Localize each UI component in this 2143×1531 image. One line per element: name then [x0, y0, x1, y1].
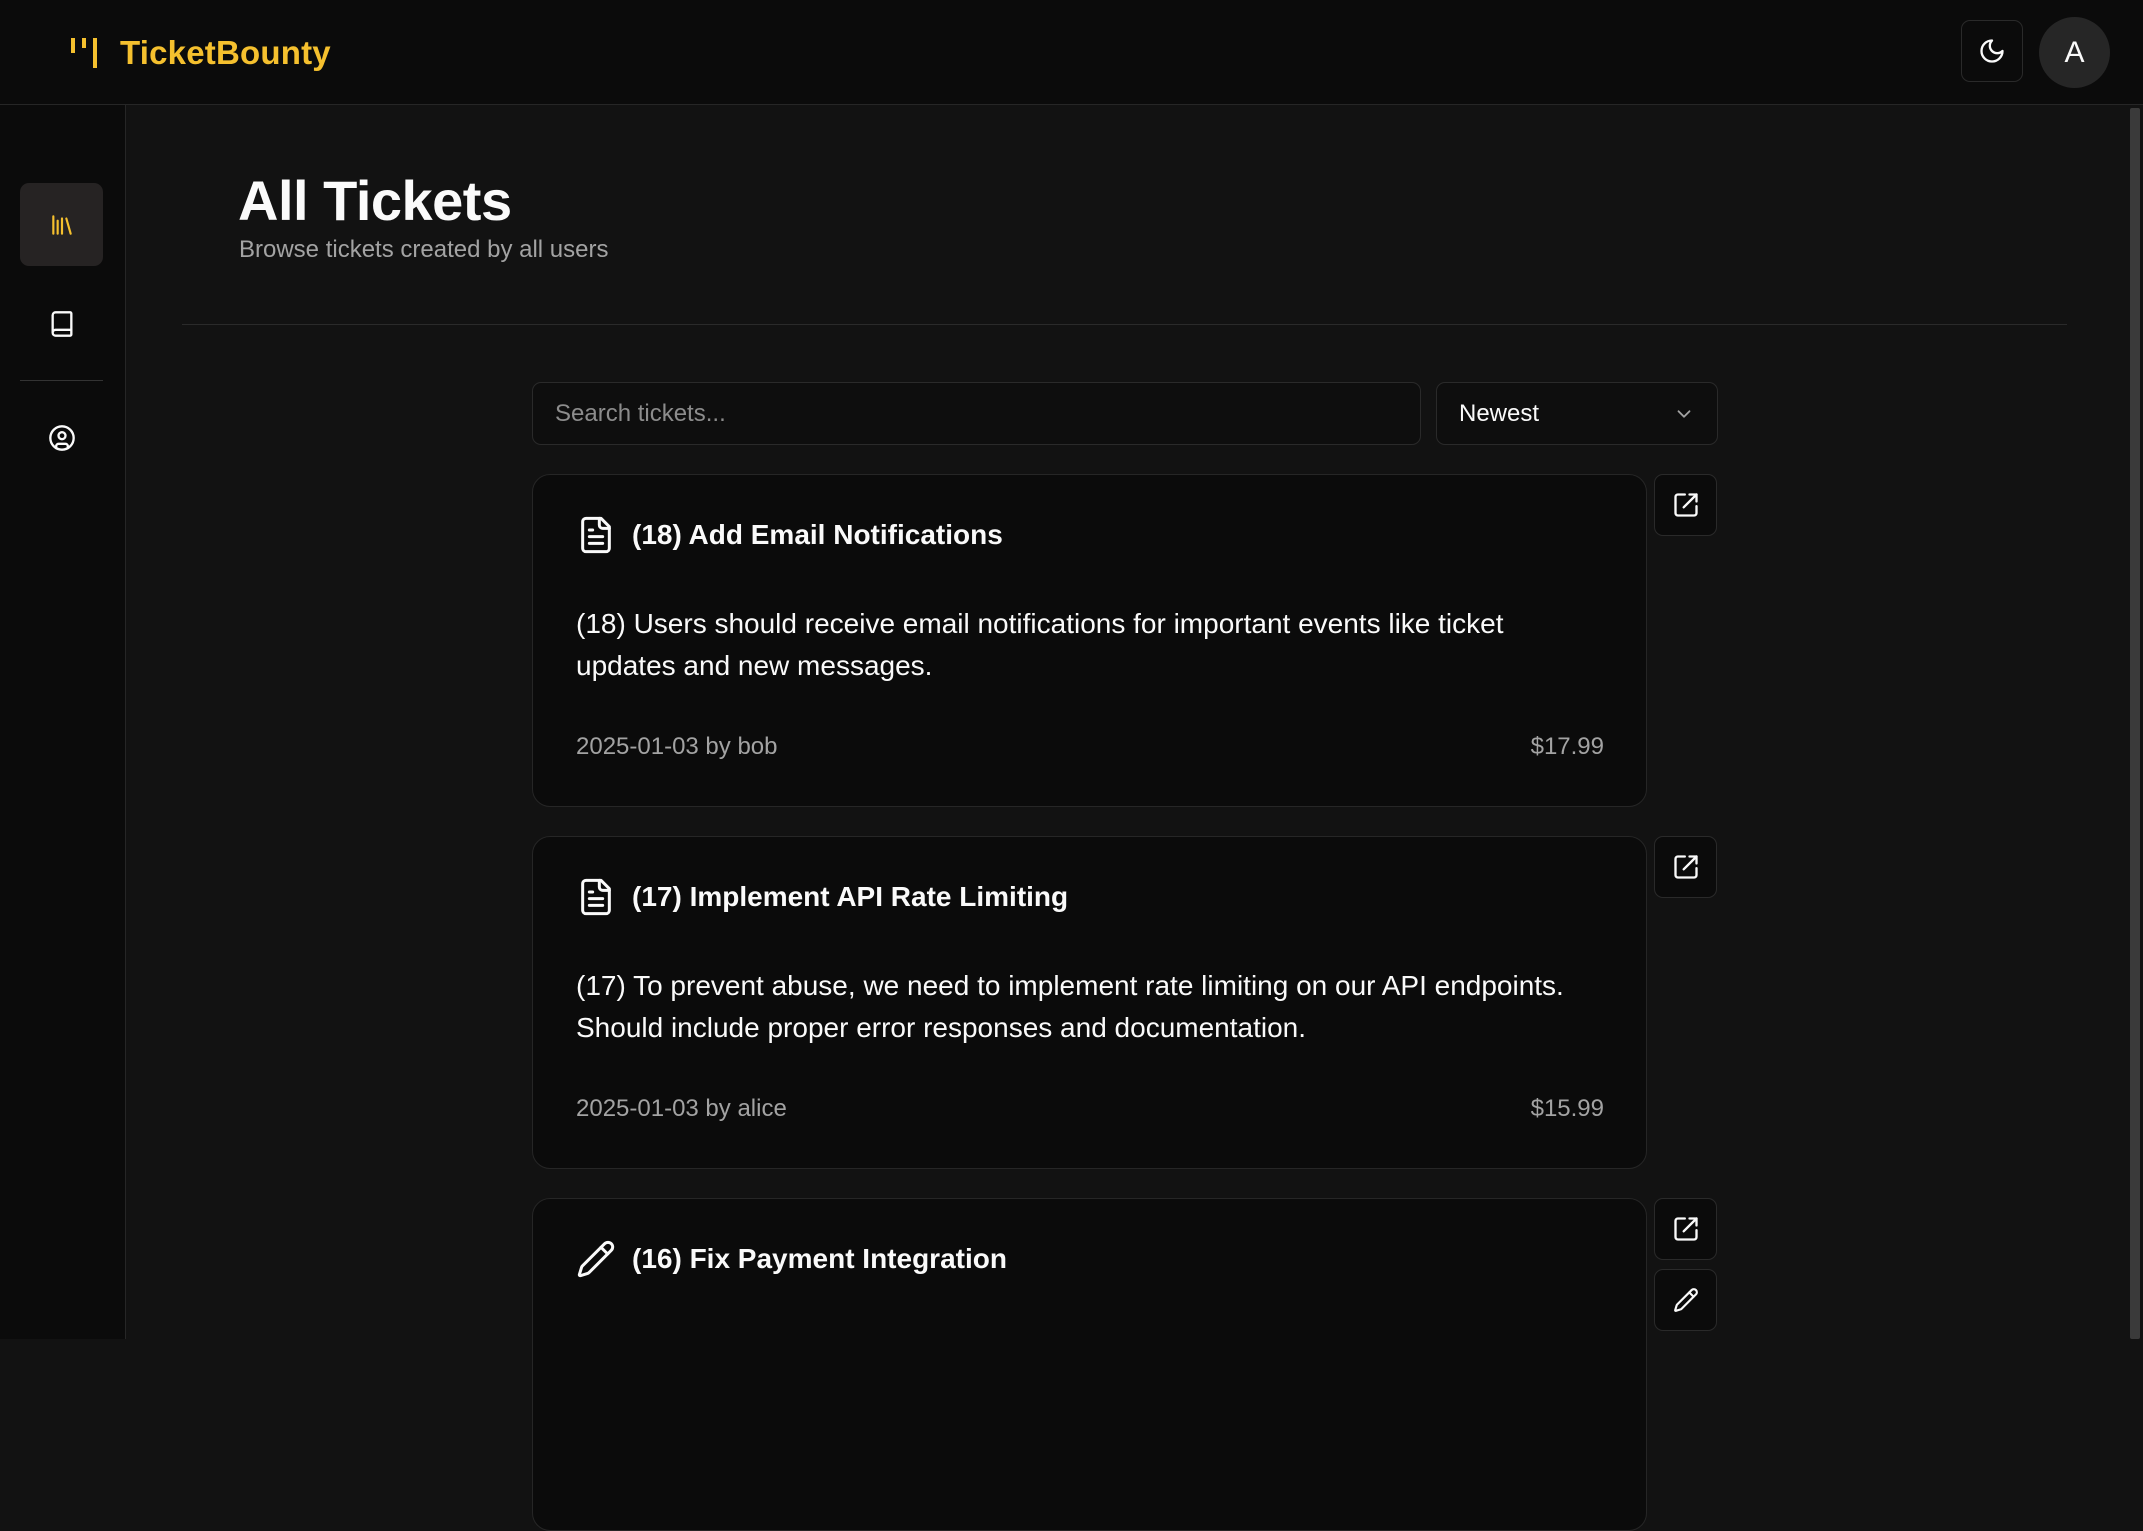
ticket-card: (17) Implement API Rate Limiting (17) To… [532, 836, 1647, 1169]
external-link-icon [1673, 855, 1698, 879]
brand-name: TicketBounty [120, 34, 331, 71]
sort-select[interactable]: Newest [1436, 382, 1718, 445]
moon-icon [1980, 39, 2004, 63]
user-avatar-button[interactable]: A [2039, 17, 2110, 88]
ticket-description: (17) To prevent abuse, we need to implem… [576, 970, 1564, 1043]
pencil-icon [1673, 1288, 1698, 1312]
open-ticket-button[interactable] [1654, 1198, 1717, 1260]
ticket-title: (17) Implement API Rate Limiting [632, 881, 1069, 912]
brand-link[interactable]: TicketBounty [68, 34, 331, 72]
sidebar-item-all-tickets[interactable] [20, 183, 103, 266]
library-icon [51, 214, 72, 235]
sidebar [0, 105, 126, 1339]
sort-selected-value: Newest [1459, 399, 1540, 427]
edit-ticket-button[interactable] [1654, 1269, 1717, 1331]
search-input[interactable] [532, 382, 1421, 445]
ticket-meta: 2025-01-03 by alice [576, 1095, 787, 1122]
page-subtitle: Browse tickets created by all users [239, 236, 609, 263]
file-text-icon [581, 878, 611, 916]
ticket-bounty: $17.99 [1530, 733, 1604, 760]
ticket-card: (16) Fix Payment Integration [532, 1198, 1647, 1531]
page-title: All Tickets [238, 169, 512, 232]
top-bar: TicketBounty A [0, 0, 2143, 105]
ticket-title: (18) Add Email Notifications [632, 519, 1003, 550]
external-link-icon [1673, 1217, 1698, 1241]
chevron-down-icon [1677, 409, 1691, 418]
sidebar-item-my-tickets[interactable] [20, 282, 103, 365]
user-circle-icon [48, 424, 75, 451]
ticket-meta: 2025-01-03 by bob [576, 733, 778, 760]
file-text-icon [581, 516, 611, 554]
ticket-bounty: $15.99 [1530, 1095, 1604, 1122]
pencil-icon [577, 1240, 615, 1278]
sidebar-item-account[interactable] [20, 396, 103, 479]
ticket-title: (16) Fix Payment Integration [632, 1243, 1007, 1274]
theme-toggle-button[interactable] [1961, 20, 2023, 82]
open-ticket-button[interactable] [1654, 836, 1717, 898]
kanban-logo-icon [71, 38, 97, 68]
sidebar-divider [20, 380, 103, 381]
title-divider [182, 324, 2067, 325]
ticket-description: (18) Users should receive email notifica… [576, 608, 1504, 681]
scrollbar-thumb[interactable] [2130, 108, 2140, 1339]
ticket-card: (18) Add Email Notifications (18) Users … [532, 474, 1647, 807]
open-ticket-button[interactable] [1654, 474, 1717, 536]
book-icon [51, 310, 73, 337]
external-link-icon [1673, 493, 1698, 517]
